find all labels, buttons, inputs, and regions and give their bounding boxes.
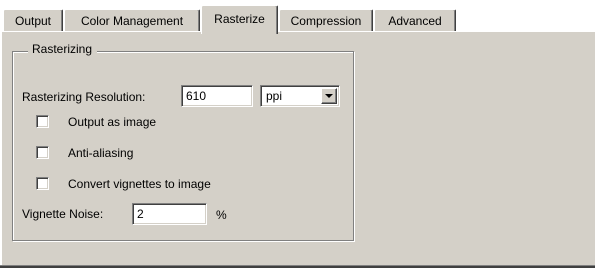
rasterizing-resolution-label: Rasterizing Resolution: bbox=[22, 90, 146, 104]
resolution-unit-value: ppi bbox=[266, 89, 283, 103]
tab-output[interactable]: Output bbox=[3, 9, 63, 31]
output-as-image-label[interactable]: Output as image bbox=[68, 115, 156, 129]
convert-vignettes-label[interactable]: Convert vignettes to image bbox=[68, 177, 211, 191]
tab-rasterize[interactable]: Rasterize bbox=[201, 5, 278, 34]
vignette-noise-label: Vignette Noise: bbox=[22, 207, 104, 221]
convert-vignettes-checkbox[interactable] bbox=[36, 177, 49, 190]
tab-output-label: Output bbox=[14, 14, 52, 28]
resolution-input[interactable]: 610 bbox=[181, 85, 253, 107]
resolution-unit-select[interactable]: ppi bbox=[260, 85, 340, 107]
tab-color-management-label: Color Management bbox=[80, 14, 184, 28]
vignette-noise-input[interactable]: 2 bbox=[132, 203, 207, 225]
resolution-input-value: 610 bbox=[186, 89, 207, 103]
tab-rasterize-label: Rasterize bbox=[214, 12, 265, 26]
chevron-down-icon[interactable] bbox=[321, 88, 337, 104]
vignette-noise-unit: % bbox=[216, 208, 227, 222]
tab-compression-label: Compression bbox=[290, 14, 362, 28]
rasterize-panel: Rasterizing Rasterizing Resolution: 610 … bbox=[1, 31, 595, 266]
tab-advanced-label: Advanced bbox=[388, 14, 442, 28]
rasterizing-group-title: Rasterizing bbox=[28, 42, 98, 56]
output-as-image-checkbox[interactable] bbox=[36, 115, 49, 128]
anti-aliasing-label[interactable]: Anti-aliasing bbox=[68, 146, 133, 160]
tab-compression[interactable]: Compression bbox=[279, 9, 373, 31]
vignette-noise-value: 2 bbox=[137, 207, 144, 221]
panel-bottom-border bbox=[0, 265, 595, 268]
tab-color-management[interactable]: Color Management bbox=[64, 9, 200, 31]
anti-aliasing-checkbox[interactable] bbox=[36, 146, 49, 159]
tab-advanced[interactable]: Advanced bbox=[374, 9, 456, 31]
